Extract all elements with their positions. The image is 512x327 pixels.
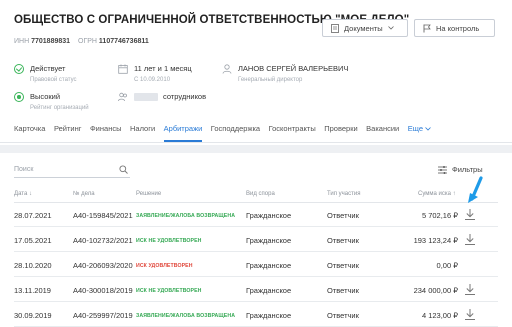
case-role: Ответчик [327,236,359,245]
ogrn-value: 1107746736811 [98,38,149,45]
filter-icon [438,165,447,174]
company-card: ОБЩЕСТВО С ОГРАНИЧЕННОЙ ОТВЕТСТВЕННОСТЬЮ… [0,0,512,145]
tab-state-support[interactable]: Господдержка [211,124,260,133]
case-result: ИСК НЕ УДОВЛЕТВОРЕН [136,237,202,244]
age-value: 11 лет и 1 месяц [134,64,192,73]
col-header-number: № дела [73,191,95,197]
rating-info: Высокий Рейтинг организаций [14,92,89,111]
tab-card[interactable]: Карточка [14,124,45,133]
filters-button[interactable]: Фильтры [438,165,483,174]
tab-vacancies[interactable]: Вакансии [366,124,399,133]
person-icon [222,64,232,74]
employees-value: сотрудников [163,92,207,101]
tab-state-contracts[interactable]: Госконтракты [269,124,316,133]
case-role: Ответчик [327,261,359,270]
status-value: Действует [30,64,66,73]
col-header-sum[interactable]: Сумма иска ↑ [418,191,456,197]
case-role: Ответчик [327,311,359,320]
case-result: ЗАЯВЛЕНИЕ/ЖАЛОБА ВОЗВРАЩЕНА [136,312,236,319]
rating-value: Высокий [30,92,61,101]
download-icon[interactable] [464,283,476,296]
tab-arbitration[interactable]: Арбитражи [163,124,202,142]
case-role: Ответчик [327,211,359,220]
tab-more[interactable]: Еще [408,124,431,133]
filters-label: Фильтры [452,165,483,174]
rating-dot-icon [14,92,24,102]
col-header-role: Тип участия [327,191,361,197]
case-number[interactable]: А40-102732/2021 [73,236,133,245]
table-row[interactable]: 17.05.2021 А40-102732/2021 ИСК НЕ УДОВЛЕ… [14,228,498,252]
case-result: ИСК УДОВЛЕТВОРЕН [136,262,193,269]
search-placeholder: Поиск [14,166,34,173]
director-label: Генеральный директор [238,77,303,83]
case-date: 13.11.2019 [14,286,51,295]
case-sum: 5 702,16 ₽ [421,211,458,220]
table-row[interactable]: 13.11.2019 А40-300018/2019 ИСК НЕ УДОВЛЕ… [14,278,498,302]
case-sum: 4 123,00 ₽ [421,311,458,320]
case-sum: 234 000,00 ₽ [413,286,458,295]
tab-finance[interactable]: Финансы [90,124,122,133]
search-input[interactable]: Поиск [14,164,130,178]
age-label: С 10.09.2010 [134,77,171,83]
ogrn-label: ОГРН [78,38,97,45]
case-date: 17.05.2021 [14,236,52,245]
case-date: 28.10.2020 [14,261,52,270]
age-info: 11 лет и 1 месяц С 10.09.2010 [118,64,192,83]
hidden-count-placeholder [134,93,158,102]
case-sum: 193 123,24 ₽ [413,236,458,245]
rating-label: Рейтинг организаций [30,105,89,111]
director-value: ЛАНОВ СЕРГЕЙ ВАЛЕРЬЕВИЧ [238,64,349,73]
case-date: 30.09.2019 [14,311,52,320]
col-header-date[interactable]: Дата ↓ [14,191,32,197]
case-result: ИСК НЕ УДОВЛЕТВОРЕН [136,287,202,294]
add-to-control-button[interactable]: На контроль [414,19,495,37]
people-icon [118,92,127,102]
search-icon[interactable] [119,165,128,174]
case-kind: Гражданское [246,311,292,320]
table-row[interactable]: 28.07.2021 А40-159845/2021 ЗАЯВЛЕНИЕ/ЖАЛ… [14,203,498,227]
download-icon[interactable] [464,233,476,246]
case-date: 28.07.2021 [14,211,52,220]
case-role: Ответчик [327,286,359,295]
inn-value: 7701889831 [31,38,71,45]
status-label: Правовой статус [30,77,77,83]
flag-icon [423,24,431,32]
tab-rating[interactable]: Рейтинг [54,124,82,133]
case-kind: Гражданское [246,286,292,295]
case-number[interactable]: А40-259997/2019 [73,311,133,320]
director-info: ЛАНОВ СЕРГЕЙ ВАЛЕРЬЕВИЧ Генеральный дире… [222,64,348,83]
col-header-kind: Вид спора [246,191,275,197]
case-result: ЗАЯВЛЕНИЕ/ЖАЛОБА ВОЗВРАЩЕНА [136,212,236,219]
tab-more-label: Еще [407,124,423,133]
case-number[interactable]: А40-159845/2021 [73,211,133,220]
tabs-divider [0,142,512,143]
download-icon[interactable] [464,208,476,221]
table-row[interactable]: 30.09.2019 А40-259997/2019 ЗАЯВЛЕНИЕ/ЖАЛ… [14,303,498,327]
check-circle-icon [14,64,24,74]
status-info: Действует Правовой статус [14,64,77,83]
tab-taxes[interactable]: Налоги [130,124,155,133]
download-icon[interactable] [464,308,476,321]
section-tabs: Карточка Рейтинг Финансы Налоги Арбитраж… [14,124,440,142]
inn-label: ИНН [14,38,30,45]
case-number[interactable]: А40-300018/2019 [73,286,133,295]
table-row[interactable]: 28.10.2020 А40-206093/2020 ИСК УДОВЛЕТВО… [14,253,498,277]
pointer-arrow-icon [468,176,483,203]
documents-label: Документы [344,23,383,33]
case-number[interactable]: А40-206093/2020 [73,261,133,270]
control-label: На контроль [436,23,480,33]
calendar-icon [118,64,128,74]
case-kind: Гражданское [246,261,292,270]
case-kind: Гражданское [246,236,292,245]
case-sum: 0,00 ₽ [436,261,458,270]
col-header-result: Решение [136,191,162,197]
chevron-down-icon [425,127,431,131]
employees-info: сотрудников [118,92,206,102]
chevron-down-icon [387,26,394,30]
case-kind: Гражданское [246,211,292,220]
document-icon [331,23,339,33]
tab-inspections[interactable]: Проверки [324,124,357,133]
company-ids: ИНН 7701889831 ОГРН 1107746736811 [14,38,155,45]
documents-button[interactable]: Документы [322,19,408,37]
